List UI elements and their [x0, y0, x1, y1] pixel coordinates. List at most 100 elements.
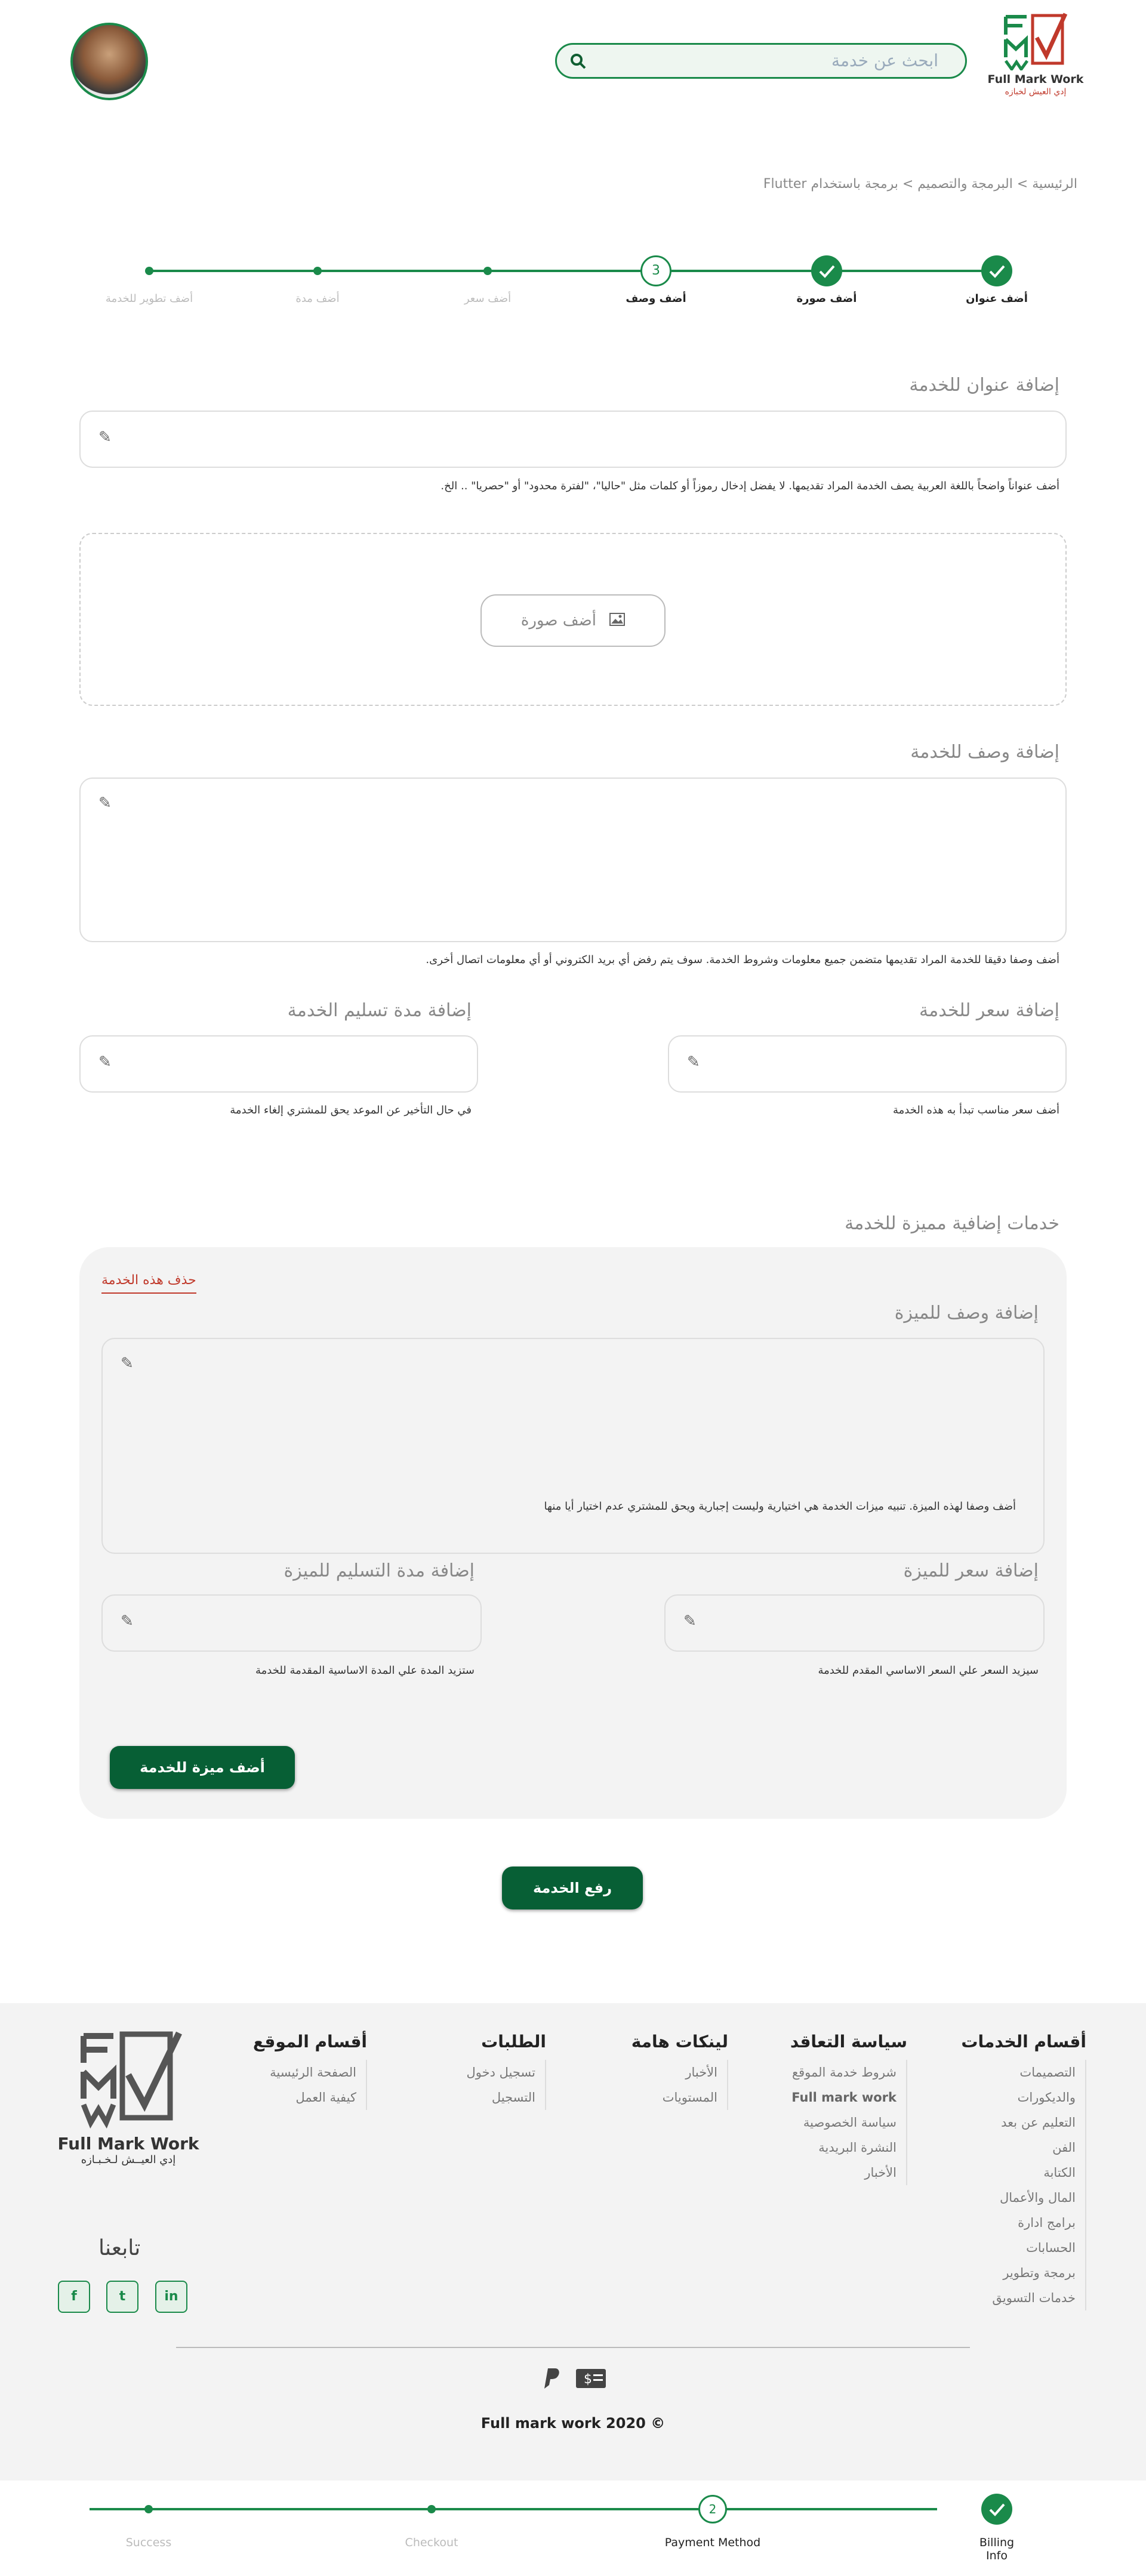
footer-col-links: لينكات هامة الأخبار المستويات	[631, 2032, 728, 2110]
feature-desc-textarea[interactable]: ✎ أضف وصفا لهذه الميزة. تنبيه ميزات الخد…	[101, 1338, 1045, 1554]
step-label: أضف صورة	[796, 292, 857, 305]
checkout-step-1-check-icon	[981, 2494, 1012, 2525]
footer-heading: سياسة التعاقد	[790, 2032, 907, 2051]
add-image-button[interactable]: أضف صورة	[480, 594, 666, 647]
footer-link[interactable]: التسجيل	[467, 2085, 535, 2110]
checkout-stepper: 2 Billing Info Payment Method Checkout S…	[0, 2481, 1146, 2576]
checkout-step-label: Checkout	[405, 2536, 458, 2549]
twitter-icon[interactable]: t	[106, 2281, 138, 2313]
step-6-dot	[145, 267, 153, 275]
footer-link[interactable]: الأخبار	[790, 2160, 897, 2185]
footer-heading: الطلبات	[481, 2032, 546, 2051]
user-avatar[interactable]	[70, 23, 148, 100]
progress-stepper: 3 أضف عنوان أضف صورة أضف وصف أضف سعر أضف…	[101, 254, 1033, 319]
image-icon	[609, 596, 626, 646]
facebook-icon[interactable]: f	[58, 2281, 90, 2313]
checkout-step-4-dot	[144, 2505, 153, 2513]
feature-price-input[interactable]: ✎	[664, 1594, 1045, 1652]
title-input[interactable]: ✎	[79, 411, 1067, 468]
feature-price-heading: إضافة سعر للميزة	[903, 1560, 1039, 1581]
feature-delivery-input[interactable]: ✎	[101, 1594, 482, 1652]
step-label: أضف سعر	[464, 292, 512, 305]
site-logo[interactable]: Full Mark Work إدي العيش لخبازه	[985, 11, 1086, 112]
step-2-check-icon	[811, 255, 842, 286]
search-input[interactable]: ابحث عن خدمة	[555, 43, 967, 79]
pencil-icon: ✎	[98, 428, 112, 446]
footer-link[interactable]: برمجة وتطوير	[961, 2260, 1076, 2285]
checkout-step-label: Billing Info	[979, 2536, 1015, 2562]
footer-heading: لينكات هامة	[631, 2032, 728, 2051]
header: Full Mark Work إدي العيش لخبازه ابحث عن …	[0, 0, 1146, 125]
breadcrumb: الرئيسية > البرمجة والتصميم > برمجة باست…	[763, 177, 1077, 192]
logo-tagline: إدي العيش لخبازه	[1005, 87, 1067, 97]
footer-link[interactable]: الكتابة	[961, 2160, 1076, 2185]
follow-us-label: تابعنا	[98, 2236, 141, 2260]
cash-icon: $	[575, 2368, 606, 2391]
footer: أقسام الخدمات التصميمات والديكورات التعل…	[0, 2003, 1146, 2481]
logo-mark-icon	[1004, 13, 1068, 70]
delete-service-link[interactable]: حذف هذه الخدمة	[101, 1273, 196, 1294]
delivery-heading: إضافة مدة تسليم الخدمة	[287, 1000, 472, 1021]
submit-service-button[interactable]: رفع الخدمة	[502, 1867, 643, 1909]
feature-delivery-heading: إضافة مدة التسليم للميزة	[284, 1560, 475, 1581]
step-label: أضف وصف	[626, 292, 686, 305]
price-heading: إضافة سعر للخدمة	[919, 1000, 1059, 1021]
price-hint: أضف سعر مناسب تبدأ به هذه الخدمة	[892, 1104, 1059, 1116]
step-label: أضف عنوان	[966, 292, 1028, 305]
stepper-line	[149, 270, 988, 272]
delivery-input[interactable]: ✎	[79, 1035, 478, 1093]
pencil-icon: ✎	[98, 794, 112, 812]
step-4-dot	[483, 267, 492, 275]
footer-link[interactable]: تسجيل دخول	[467, 2060, 536, 2085]
extras-heading: خدمات إضافية مميزة للخدمة	[845, 1213, 1059, 1234]
description-hint: أضف وصفا دقيقا للخدمة المراد تقديمها متض…	[426, 954, 1059, 966]
footer-link[interactable]: الحسابات	[961, 2235, 1076, 2260]
paypal-icon	[540, 2367, 560, 2392]
feature-price-hint: سيزيد السعر علي السعر الاساسي المقدم للخ…	[818, 1664, 1039, 1677]
footer-logo-tagline: إدي العيــش لـخـبـازه	[81, 2154, 176, 2166]
footer-link[interactable]: خدمات التسويق	[961, 2285, 1076, 2310]
footer-link[interactable]: شروط خدمة الموقع	[790, 2060, 897, 2085]
footer-link[interactable]: سياسة الخصوصية	[790, 2110, 897, 2135]
copyright: Full mark work 2020 ©	[480, 2415, 666, 2432]
step-1-check-icon	[981, 255, 1012, 286]
footer-link[interactable]: برامج ادارة	[961, 2210, 1076, 2235]
footer-link[interactable]: الأخبار	[631, 2060, 717, 2085]
footer-link[interactable]: المال والأعمال	[961, 2185, 1076, 2210]
checkout-line	[90, 2508, 937, 2510]
description-heading: إضافة وصف للخدمة	[910, 742, 1059, 763]
footer-link[interactable]: التصميمات	[961, 2060, 1076, 2085]
footer-divider	[176, 2347, 970, 2348]
footer-heading: أقسام الخدمات	[961, 2032, 1086, 2051]
footer-logo: Full Mark Work إدي العيــش لـخـبـازه	[57, 2027, 200, 2166]
footer-link[interactable]: كيفية العمل	[253, 2085, 356, 2110]
step-3-number: 3	[640, 255, 671, 286]
footer-link[interactable]: المستويات	[631, 2085, 717, 2110]
linkedin-icon[interactable]: in	[155, 2281, 187, 2313]
step-5-dot	[313, 267, 322, 275]
add-image-label: أضف صورة	[520, 612, 596, 630]
search-icon[interactable]	[570, 53, 587, 72]
logo-text: Full Mark Work	[987, 73, 1084, 86]
step-label: أضف مدة	[295, 292, 340, 305]
footer-link[interactable]: Full mark work	[790, 2085, 897, 2110]
feature-desc-heading: إضافة وصف للميزة	[894, 1303, 1039, 1324]
title-heading: إضافة عنوان للخدمة	[909, 375, 1059, 396]
footer-link[interactable]: الفن	[961, 2135, 1076, 2160]
price-input[interactable]: ✎	[668, 1035, 1067, 1093]
footer-link[interactable]: النشرة البريدية	[790, 2135, 897, 2160]
footer-col-orders: الطلبات تسجيل دخول التسجيل	[467, 2032, 546, 2110]
pencil-icon: ✎	[98, 1053, 112, 1071]
description-textarea[interactable]: ✎	[79, 778, 1067, 942]
svg-text:$: $	[584, 2372, 592, 2387]
footer-logo-text: Full Mark Work	[57, 2134, 199, 2154]
checkout-step-3-dot	[427, 2505, 436, 2513]
footer-col-policy: سياسة التعاقد شروط خدمة الموقع Full mark…	[790, 2032, 907, 2185]
footer-link[interactable]: التعليم عن بعد	[961, 2110, 1076, 2135]
footer-col-services: أقسام الخدمات التصميمات والديكورات التعل…	[961, 2032, 1086, 2310]
feature-delivery-hint: ستزيد المدة علي المدة الاساسية المقدمة ل…	[255, 1664, 475, 1677]
footer-link[interactable]: والديكورات	[961, 2085, 1076, 2110]
footer-link[interactable]: الصفحة الرئيسية	[253, 2060, 356, 2085]
add-feature-button[interactable]: أضف ميزة للخدمة	[110, 1746, 295, 1789]
checkout-step-label: Payment Method	[664, 2536, 761, 2549]
